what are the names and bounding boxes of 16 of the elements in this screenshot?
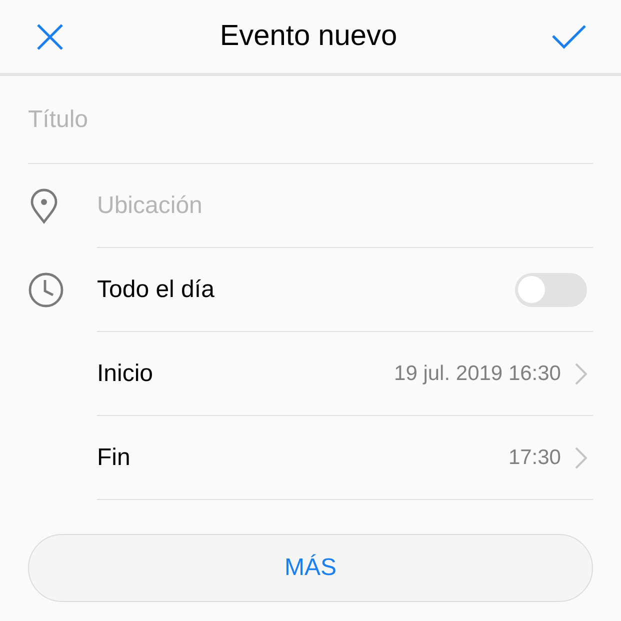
location-pin-icon — [28, 188, 60, 224]
more-button[interactable]: MÁS — [28, 534, 593, 602]
location-field[interactable]: Ubicación — [97, 188, 593, 224]
date-time-row[interactable]: Inicio 19 jul. 2019 16:30 — [97, 332, 593, 416]
chevron-right-icon — [575, 362, 587, 384]
date-time-row[interactable]: Fin 17:30 — [97, 416, 593, 500]
row-value: 17:30 — [508, 444, 561, 471]
row-label: Inicio — [97, 358, 154, 388]
row-label: Fin — [97, 442, 130, 472]
title-field[interactable]: Título — [28, 102, 593, 138]
chevron-right-icon — [575, 446, 587, 468]
all-day-label: Todo el día — [97, 274, 214, 304]
screen-title: Evento nuevo — [220, 18, 398, 54]
row-value: 19 jul. 2019 16:30 — [394, 360, 561, 387]
clock-icon — [28, 272, 64, 308]
all-day-toggle[interactable] — [515, 272, 587, 306]
